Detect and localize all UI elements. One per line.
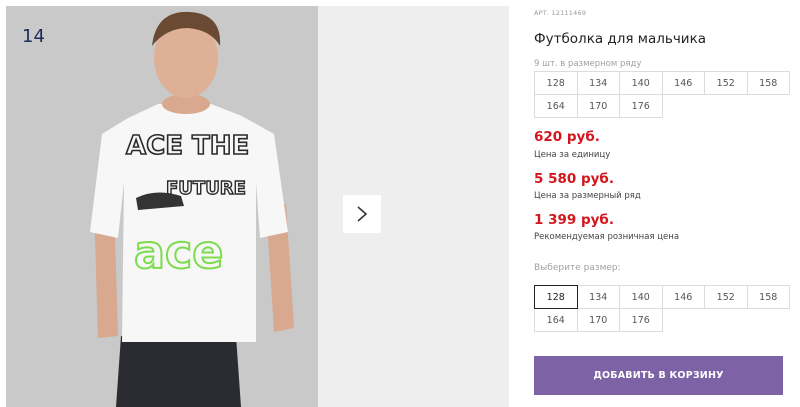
size-grid-note: 9 шт. в размерном ряду [534,59,642,69]
grid-price-label: Цена за размерный ряд [534,191,641,201]
product-photo[interactable]: ACE THE FUTURE ace [6,6,318,407]
size-grid-table: 128 134 140 146 152 158 164 170 176 [534,71,790,118]
size-option-170[interactable]: 170 [576,308,620,332]
size-option-128[interactable]: 128 [534,285,578,309]
size-option-146[interactable]: 146 [661,285,705,309]
grid-size-cell: 176 [619,94,663,118]
grid-size-cell: 158 [746,71,790,95]
retail-price: 1 399 руб. [534,212,614,228]
photo-index: 14 [22,26,45,47]
size-option-176[interactable]: 176 [619,308,663,332]
size-selector: 128 134 140 146 152 158 164 170 176 [534,285,790,332]
grid-size-cell: 128 [534,71,578,95]
chevron-right-icon [357,206,368,222]
retail-price-label: Рекомендуемая розничная цена [534,232,680,242]
svg-text:ACE THE: ACE THE [126,131,249,161]
grid-size-cell: 152 [704,71,748,95]
add-to-cart-button[interactable]: ДОБАВИТЬ В КОРЗИНУ [534,356,783,395]
size-option-152[interactable]: 152 [704,285,748,309]
unit-price-label: Цена за единицу [534,150,611,160]
grid-size-cell: 140 [619,71,663,95]
grid-size-cell: 164 [534,94,578,118]
next-photo-button[interactable] [343,195,381,233]
svg-text:ace: ace [134,225,224,279]
product-gallery: ACE THE FUTURE ace 14 [6,6,509,407]
unit-price: 620 руб. [534,129,600,145]
product-title: Футболка для мальчика [534,31,706,47]
choose-size-label: Выберите размер: [534,263,621,273]
grid-price: 5 580 руб. [534,171,614,187]
grid-size-cell: 146 [661,71,705,95]
size-option-158[interactable]: 158 [746,285,790,309]
size-option-164[interactable]: 164 [534,308,578,332]
size-option-134[interactable]: 134 [576,285,620,309]
grid-size-cell: 134 [576,71,620,95]
grid-size-cell: 170 [576,94,620,118]
article-number: АРТ. 12111469 [534,9,587,17]
size-option-140[interactable]: 140 [619,285,663,309]
